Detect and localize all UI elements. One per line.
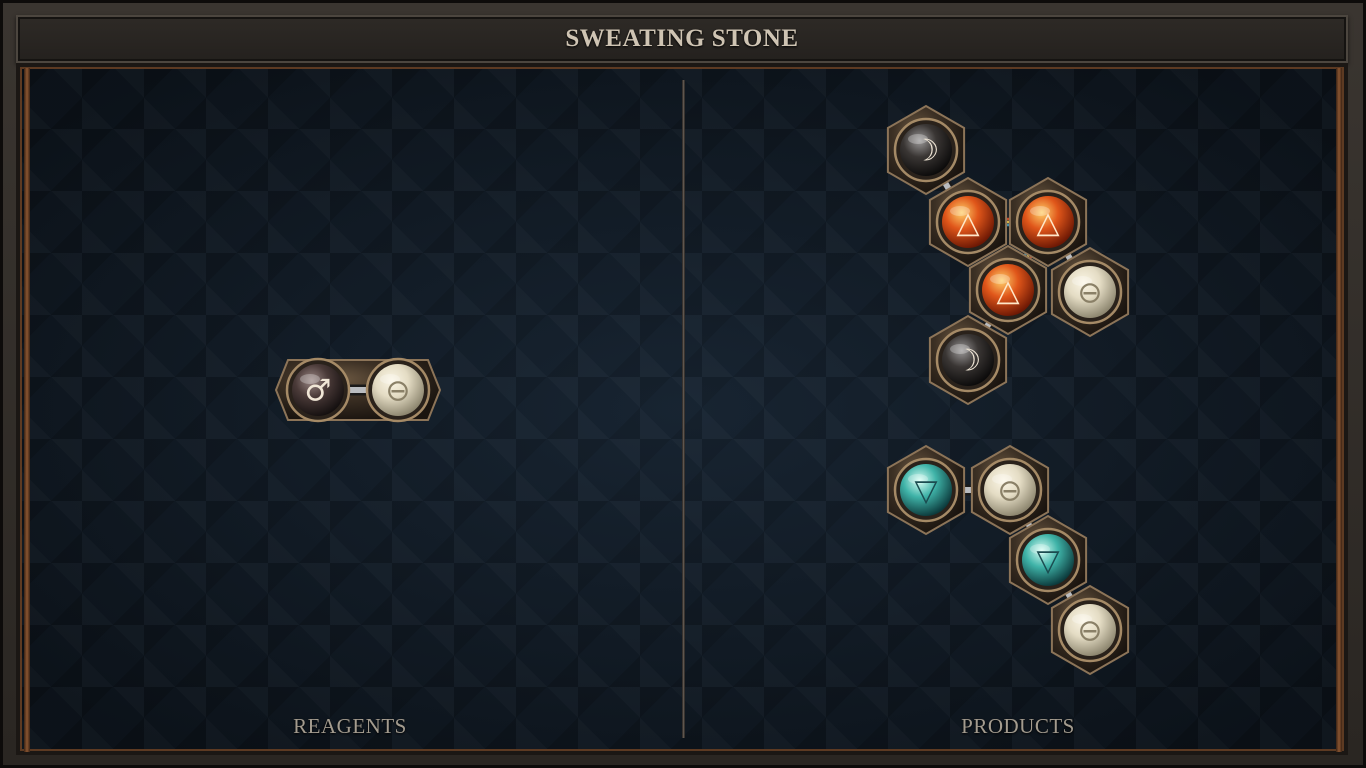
water-icon: ▽ — [914, 474, 937, 509]
salt-icon: ⊖ — [1077, 276, 1102, 311]
product2-atom-salt-1[interactable]: ⊖ — [970, 444, 1050, 536]
molecule-canvas: ♂ ⊖ ☽ △ △ △ ⊖ ☽ ▽ ⊖ ▽ ⊖ — [274, 104, 1130, 676]
water-icon: ▽ — [1036, 544, 1059, 579]
salt-icon: ⊖ — [1077, 614, 1102, 649]
fire-icon: △ — [1036, 206, 1059, 241]
product2-atom-salt-3[interactable]: ⊖ — [1050, 584, 1130, 676]
reagent-atom-mars[interactable]: ♂ — [285, 357, 351, 423]
moon-icon: ☽ — [955, 344, 982, 379]
product1-atom-shadow-0[interactable]: ☽ — [886, 104, 966, 196]
products-label: PRODUCTS — [961, 714, 1075, 738]
moon-icon: ☽ — [913, 134, 940, 169]
fire-icon: △ — [996, 274, 1019, 309]
reagent-atom-salt[interactable]: ⊖ — [365, 357, 431, 423]
mars-icon: ♂ — [305, 374, 332, 409]
product2-atom-water-2[interactable]: ▽ — [1008, 514, 1088, 606]
product2-atom-water-0[interactable]: ▽ — [886, 444, 966, 536]
product1-atom-shadow-5[interactable]: ☽ — [928, 314, 1008, 406]
fire-icon: △ — [956, 206, 979, 241]
salt-icon: ⊖ — [385, 374, 410, 409]
salt-icon: ⊖ — [997, 474, 1022, 509]
product1-atom-salt-4[interactable]: ⊖ — [1050, 246, 1130, 338]
reagents-label: REAGENTS — [293, 714, 407, 738]
